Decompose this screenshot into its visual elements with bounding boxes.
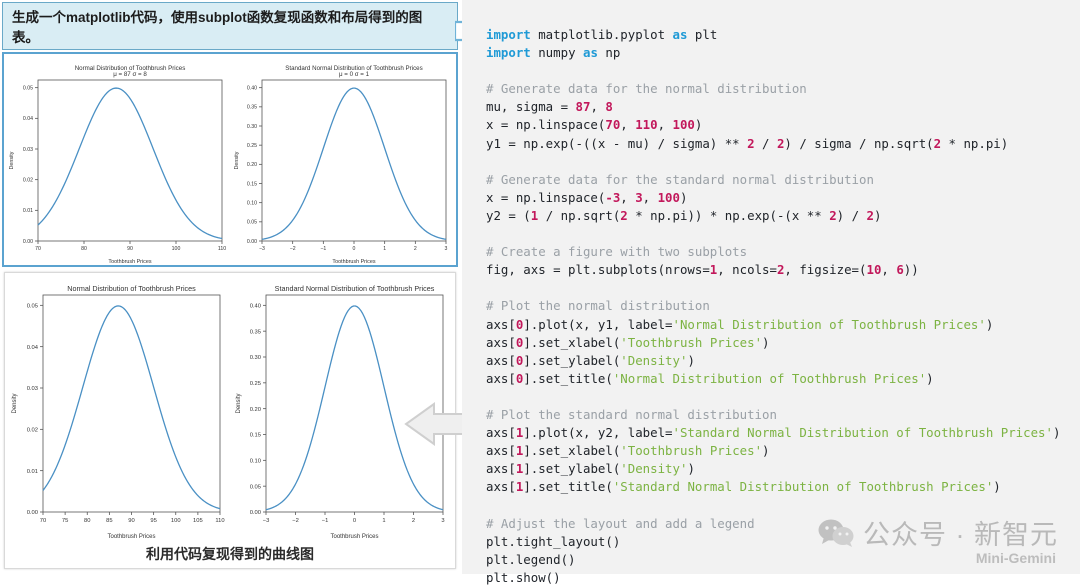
y-tick-label: 0.03: [27, 386, 38, 392]
y-tick-label: 0.15: [247, 181, 257, 187]
x-tick-label: 3: [445, 246, 448, 252]
y-tick-label: 0.01: [27, 469, 38, 475]
y-tick-label: 0.05: [250, 484, 261, 490]
x-tick-label: 100: [171, 518, 181, 524]
y-tick-label: 0.02: [27, 427, 38, 433]
chart-svg: Normal Distribution of Toothbrush Prices…: [9, 65, 226, 265]
x-tick-label: −3: [259, 246, 265, 252]
y-tick-label: 0.15: [250, 433, 261, 439]
watermark-subtext: Mini-Gemini: [975, 550, 1056, 566]
y-tick-label: 0.04: [27, 345, 39, 351]
x-tick-label: 105: [193, 518, 203, 524]
y-tick-label: 0.30: [250, 355, 261, 361]
y-tick-label: 0.40: [247, 86, 257, 92]
chart-title: Normal Distribution of Toothbrush Prices: [67, 284, 196, 293]
x-tick-label: 80: [84, 518, 90, 524]
chart-svg: Normal Distribution of Toothbrush Prices…: [12, 284, 225, 540]
chart-ref-normal: Normal Distribution of Toothbrush Prices…: [4, 54, 230, 265]
code-panel: import matplotlib.pyplot as plt import n…: [462, 0, 1080, 585]
x-tick-label: 2: [414, 246, 417, 252]
y-tick-label: 0.00: [23, 239, 33, 245]
y-tick-label: 0.35: [247, 105, 257, 111]
x-tick-label: 3: [441, 518, 444, 524]
y-tick-label: 0.03: [23, 147, 33, 153]
x-tick-label: −1: [322, 518, 329, 524]
y-tick-label: 0.25: [247, 143, 257, 149]
chart-title: Standard Normal Distribution of Toothbru…: [275, 284, 435, 293]
x-tick-label: 110: [218, 246, 226, 252]
x-axis-label: Toothbrush Prices: [108, 259, 151, 265]
x-tick-label: 85: [106, 518, 112, 524]
y-tick-label: 0.05: [23, 86, 33, 92]
y-tick-label: 0.20: [250, 407, 261, 413]
y-axis-label: Density: [234, 151, 240, 169]
prompt-box: 生成一个matplotlib代码，使用subplot函数复现函数和布局得到的图表…: [2, 2, 458, 50]
prompt-text: 生成一个matplotlib代码，使用subplot函数复现函数和布局得到的图表…: [12, 10, 423, 45]
x-tick-label: 0: [353, 518, 356, 524]
chart-svg: Standard Normal Distribution of Toothbru…: [234, 65, 448, 265]
plot-frame: [261, 79, 447, 242]
x-axis-label: Toothbrush Prices: [332, 259, 375, 265]
x-tick-label: 1: [383, 246, 386, 252]
x-tick-label: 70: [40, 518, 46, 524]
reference-figure-panel: Normal Distribution of Toothbrush Prices…: [2, 52, 458, 267]
y-tick-label: 0.20: [247, 162, 257, 168]
y-tick-label: 0.10: [247, 201, 257, 207]
left-column: 生成一个matplotlib代码，使用subplot函数复现函数和布局得到的图表…: [0, 0, 462, 574]
x-tick-label: 2: [412, 518, 415, 524]
reproduced-figure-panel: Normal Distribution of Toothbrush Prices…: [4, 272, 456, 569]
chart-repro-normal: Normal Distribution of Toothbrush Prices…: [5, 273, 230, 540]
x-tick-label: 90: [127, 246, 133, 252]
watermark: 公众号 · 新智元: [818, 513, 1058, 552]
chart-ref-standard-normal: Standard Normal Distribution of Toothbru…: [230, 54, 456, 265]
x-tick-label: 90: [128, 518, 134, 524]
y-tick-label: 0.05: [247, 220, 257, 226]
x-tick-label: 70: [35, 246, 41, 252]
x-tick-label: −2: [292, 518, 299, 524]
y-tick-label: 0.00: [250, 510, 261, 516]
y-axis-label: Density: [236, 393, 242, 413]
x-tick-label: −3: [263, 518, 270, 524]
x-tick-label: 1: [382, 518, 385, 524]
x-tick-label: −2: [290, 246, 296, 252]
wechat-icon: [818, 519, 854, 547]
y-tick-label: 0.30: [247, 124, 257, 130]
y-tick-label: 0.35: [250, 329, 261, 335]
x-tick-label: −1: [320, 246, 326, 252]
y-tick-label: 0.10: [250, 458, 261, 464]
y-tick-label: 0.00: [27, 510, 38, 516]
x-tick-label: 75: [62, 518, 68, 524]
x-tick-label: 100: [172, 246, 181, 252]
y-tick-label: 0.02: [23, 178, 33, 184]
y-axis-label: Density: [9, 151, 15, 169]
y-tick-label: 0.01: [23, 208, 33, 214]
code-block[interactable]: import matplotlib.pyplot as plt import n…: [486, 26, 1080, 587]
x-tick-label: 95: [150, 518, 156, 524]
plot-frame: [37, 79, 223, 242]
chart-subtitle: μ = 87 σ = 8: [113, 71, 147, 78]
y-tick-label: 0.40: [250, 303, 261, 309]
x-axis-label: Toothbrush Prices: [107, 534, 155, 540]
watermark-text: 公众号 · 新智元: [863, 520, 1058, 550]
x-axis-label: Toothbrush Prices: [330, 534, 378, 540]
y-tick-label: 0.05: [27, 303, 38, 309]
x-tick-label: 80: [81, 246, 87, 252]
reproduced-caption: 利用代码复现得到的曲线图: [146, 546, 314, 562]
plot-frame: [42, 294, 221, 513]
y-tick-label: 0.04: [23, 116, 33, 122]
x-tick-label: 0: [353, 246, 356, 252]
y-tick-label: 0.00: [247, 239, 257, 245]
x-tick-label: 110: [215, 518, 224, 524]
y-axis-label: Density: [12, 393, 18, 413]
chart-subtitle: μ = 0 σ = 1: [339, 71, 370, 78]
y-tick-label: 0.25: [250, 381, 261, 387]
